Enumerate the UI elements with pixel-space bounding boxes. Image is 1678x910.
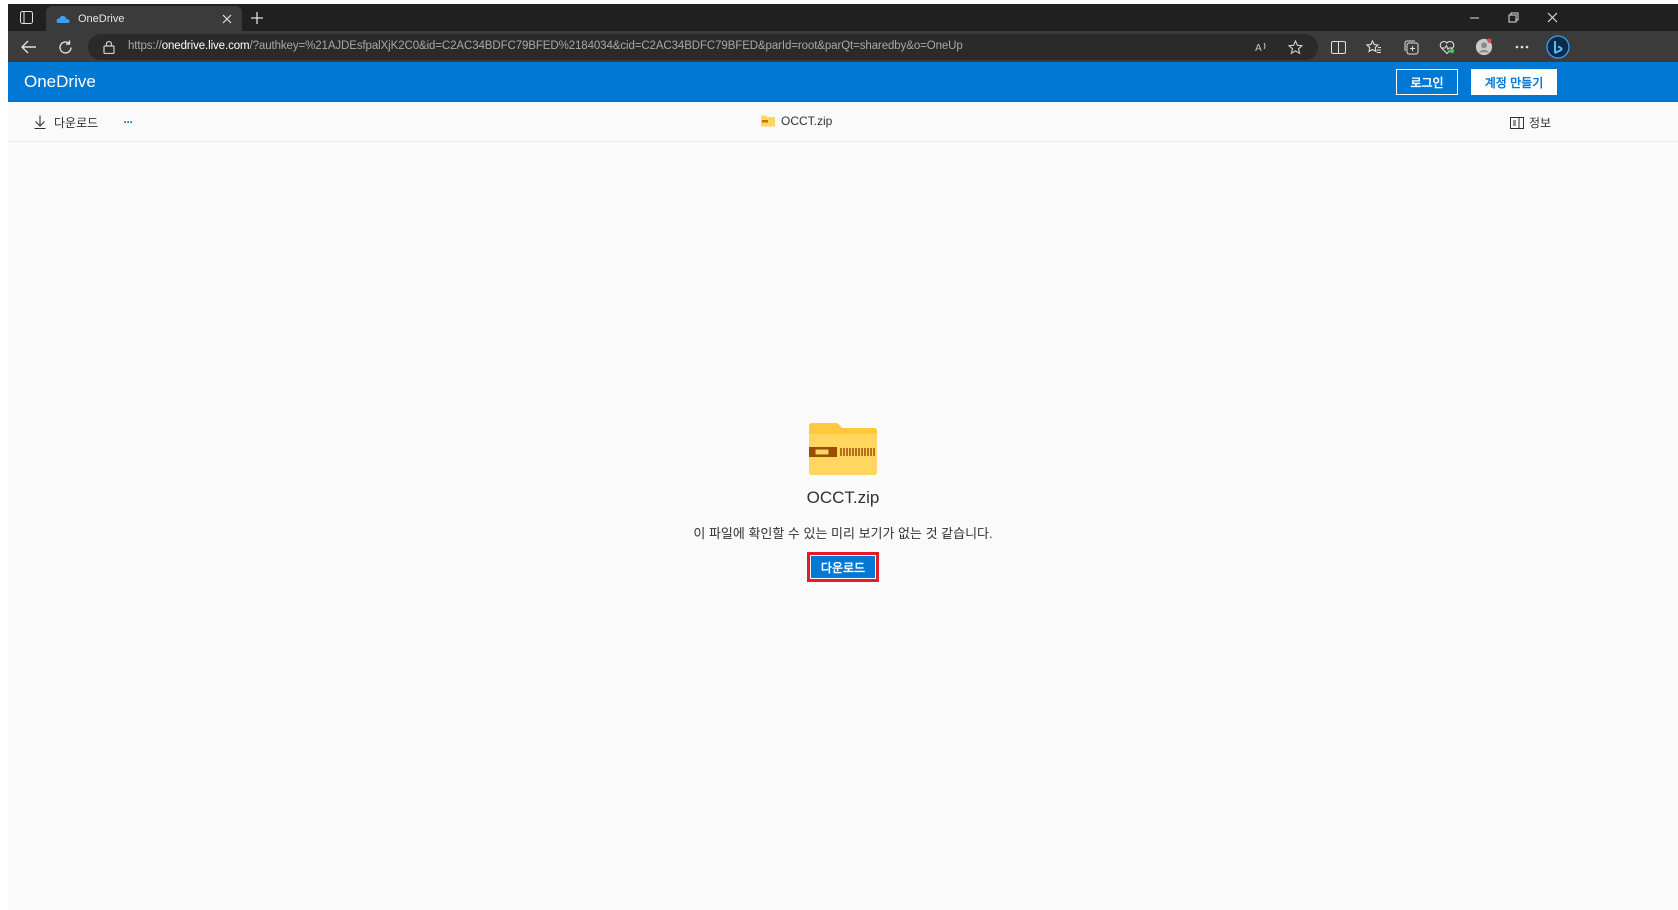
restore-icon[interactable]: [1505, 9, 1522, 26]
more-actions-button[interactable]: ···: [118, 112, 138, 132]
zip-folder-icon: [807, 422, 879, 476]
preview-file-name: OCCT.zip: [806, 488, 880, 507]
more-icon[interactable]: [1513, 38, 1531, 56]
url-host: onedrive.live.com: [161, 40, 250, 52]
refresh-icon[interactable]: [56, 38, 74, 56]
no-preview-message: 이 파일에 확인할 수 있는 미리 보기가 없는 것 같습니다.: [693, 526, 993, 541]
collections-icon[interactable]: [1402, 38, 1420, 56]
tab-strip: OneDrive: [8, 4, 1678, 31]
copilot-icon[interactable]: [1546, 35, 1570, 59]
file-name-label: OCCT.zip: [781, 114, 833, 128]
onedrive-brand[interactable]: OneDrive: [24, 72, 96, 92]
no-preview-panel: OCCT.zip 이 파일에 확인할 수 있는 미리 보기가 없는 것 같습니다…: [8, 422, 1678, 582]
tab-onedrive[interactable]: OneDrive: [46, 6, 242, 31]
more-icon: ···: [123, 115, 134, 129]
info-button[interactable]: 정보: [1510, 114, 1551, 131]
zip-folder-icon: [761, 115, 775, 127]
tab-title: OneDrive: [78, 12, 125, 25]
onedrive-header: OneDrive 로그인 계정 만들기: [8, 62, 1678, 102]
download-icon: [32, 114, 48, 130]
command-bar: 다운로드 ··· OCCT.zip 정보: [8, 102, 1678, 142]
minimize-icon[interactable]: [1466, 9, 1483, 26]
plus-icon[interactable]: [248, 9, 265, 26]
url-path: /?authkey=%21AJDEsfpalXjK2C0&id=C2AC34BD…: [249, 40, 963, 52]
onedrive-cloud-icon: [56, 12, 70, 26]
profile-avatar-icon[interactable]: [1475, 38, 1493, 56]
close-icon[interactable]: [220, 12, 234, 26]
svg-text:A: A: [1255, 43, 1262, 53]
download-button[interactable]: 다운로드: [810, 555, 876, 579]
read-aloud-icon[interactable]: A: [1254, 39, 1270, 55]
url-text[interactable]: https://onedrive.live.com/?authkey=%21AJ…: [128, 40, 963, 52]
info-pane-icon: [1510, 116, 1524, 129]
heart-pulse-icon[interactable]: [1438, 38, 1456, 56]
back-arrow-icon[interactable]: [20, 38, 38, 56]
favorites-icon[interactable]: [1365, 38, 1383, 56]
download-command[interactable]: 다운로드: [32, 112, 98, 132]
browser-toolbar: https://onedrive.live.com/?authkey=%21AJ…: [8, 31, 1678, 62]
browser-window: OneDrive https://onedrive.live.com/?auth…: [8, 4, 1678, 910]
create-account-button[interactable]: 계정 만들기: [1471, 69, 1557, 95]
file-name-breadcrumb: OCCT.zip: [761, 114, 832, 128]
split-screen-icon[interactable]: [1329, 38, 1347, 56]
star-icon[interactable]: [1287, 39, 1303, 55]
info-label: 정보: [1529, 116, 1552, 130]
download-button-highlight: 다운로드: [807, 552, 879, 582]
onedrive-page: OneDrive 로그인 계정 만들기 다운로드 ··· OCCT.zip 정보…: [8, 62, 1678, 910]
download-command-label: 다운로드: [54, 115, 99, 130]
signin-button[interactable]: 로그인: [1396, 69, 1458, 95]
close-icon[interactable]: [1544, 9, 1561, 26]
tab-actions-icon[interactable]: [18, 9, 35, 26]
address-bar[interactable]: https://onedrive.live.com/?authkey=%21AJ…: [88, 34, 1318, 60]
url-prefix: https://: [128, 40, 162, 52]
lock-icon[interactable]: [102, 39, 116, 55]
